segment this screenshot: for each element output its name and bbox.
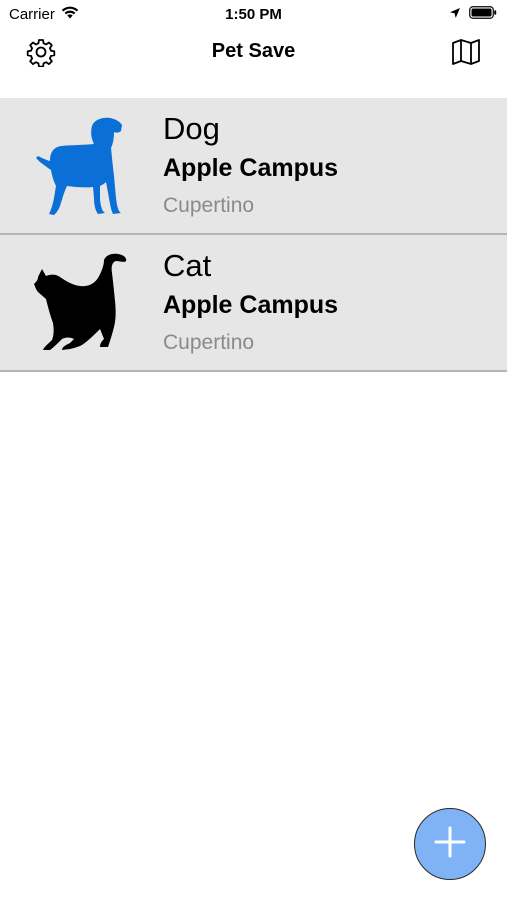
pet-list: Dog Apple Campus Cupertino Cat Apple Cam… <box>0 98 507 372</box>
pet-details: Cat Apple Campus Cupertino <box>163 247 338 359</box>
plus-icon <box>433 825 467 864</box>
pet-place: Apple Campus <box>163 291 339 319</box>
pet-name: Cat <box>163 248 212 283</box>
pet-city: Cupertino <box>163 194 255 217</box>
pet-place: Apple Campus <box>163 154 339 182</box>
location-arrow-icon <box>449 6 461 24</box>
battery-icon <box>469 6 497 24</box>
status-right <box>449 6 497 24</box>
page-title: Pet Save <box>211 40 296 62</box>
pet-name: Dog <box>163 111 220 146</box>
status-time: 1:50 PM <box>225 6 282 23</box>
pet-city: Cupertino <box>163 331 255 354</box>
status-bar: Carrier 1:50 PM <box>0 0 507 28</box>
map-icon <box>451 38 481 71</box>
list-item[interactable]: Dog Apple Campus Cupertino <box>0 98 507 235</box>
pet-details: Dog Apple Campus Cupertino <box>163 110 338 222</box>
add-pet-button[interactable] <box>414 808 486 880</box>
nav-bar: Pet Save <box>0 28 507 98</box>
cat-icon <box>32 251 132 355</box>
dog-icon <box>32 114 132 218</box>
map-button[interactable] <box>449 37 483 71</box>
list-item[interactable]: Cat Apple Campus Cupertino <box>0 235 507 372</box>
